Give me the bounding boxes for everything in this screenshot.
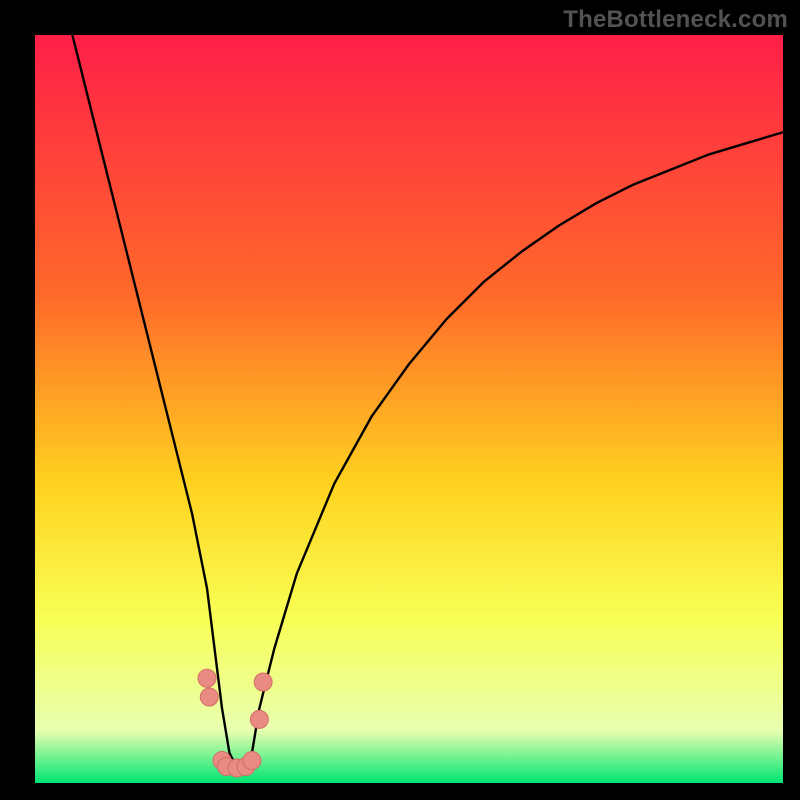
data-marker — [200, 688, 218, 706]
gradient-background — [35, 35, 783, 783]
data-marker — [198, 669, 216, 687]
data-marker — [254, 673, 272, 691]
watermark-text: TheBottleneck.com — [563, 6, 788, 34]
plot-area — [35, 35, 783, 783]
chart-frame: TheBottleneck.com — [0, 0, 800, 800]
data-marker — [250, 710, 268, 728]
data-marker — [243, 752, 261, 770]
bottleneck-chart — [35, 35, 783, 783]
